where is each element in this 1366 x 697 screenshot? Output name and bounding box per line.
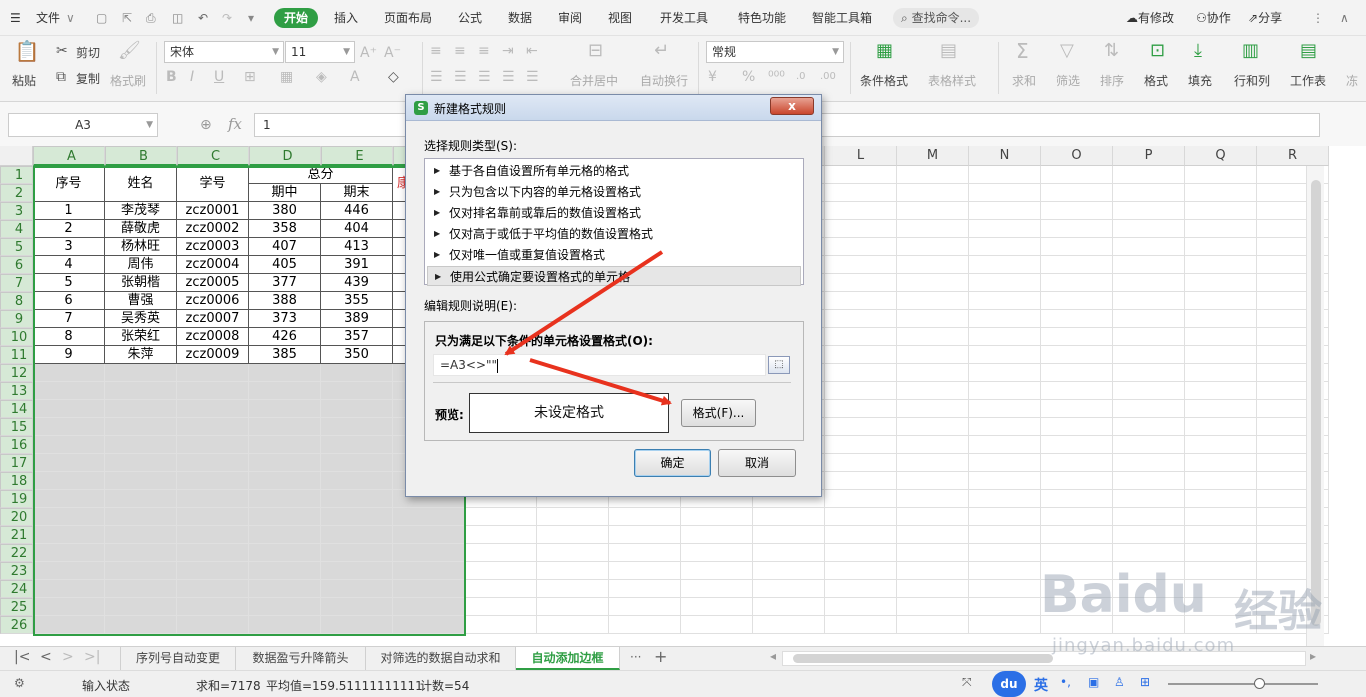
arrow-to-formula [504, 250, 664, 356]
annotation-arrows [504, 250, 672, 406]
arrow-to-format-button [529, 358, 672, 406]
